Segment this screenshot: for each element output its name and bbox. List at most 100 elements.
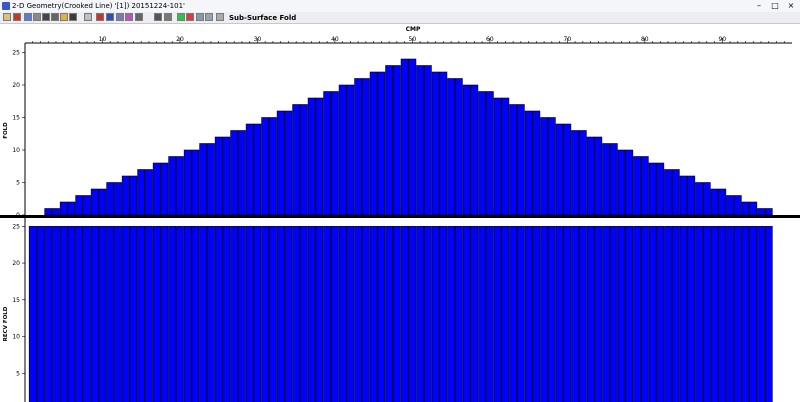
layout-icon[interactable] <box>116 13 124 21</box>
bar <box>656 162 665 216</box>
bar <box>207 143 215 216</box>
table-icon[interactable] <box>154 13 162 21</box>
bar <box>547 117 556 216</box>
green-box-icon[interactable] <box>177 13 185 21</box>
red-line-icon[interactable] <box>186 13 194 21</box>
save-icon[interactable] <box>69 13 77 21</box>
bar <box>137 226 146 402</box>
bar <box>679 175 688 216</box>
bar <box>710 226 719 402</box>
bar <box>702 226 711 402</box>
bar <box>393 226 401 402</box>
pencil-icon[interactable] <box>42 13 50 21</box>
bar <box>129 175 138 216</box>
minimize-button[interactable]: – <box>754 1 764 11</box>
bar <box>269 117 277 216</box>
bar <box>362 226 370 402</box>
folder-icon[interactable] <box>60 13 68 21</box>
bar <box>633 156 641 216</box>
bar <box>199 226 208 402</box>
toolbar: Sub-Surface Fold <box>0 12 800 24</box>
window-icon[interactable] <box>205 13 213 21</box>
bar <box>695 226 703 402</box>
bar <box>416 226 424 402</box>
fold-bars <box>44 58 773 216</box>
bar <box>90 226 99 402</box>
recv-fold-y-tick-label: 5 <box>16 370 20 377</box>
pointer-icon[interactable] <box>216 13 224 21</box>
chart-icon[interactable] <box>164 13 172 21</box>
bar <box>300 104 308 216</box>
palette-icon[interactable] <box>125 13 133 21</box>
bar <box>408 58 417 216</box>
bar <box>300 226 308 402</box>
bar <box>207 226 215 402</box>
bar <box>346 84 355 216</box>
receiver-icon[interactable] <box>106 13 114 21</box>
fold-y-tick-label: 5 <box>16 180 20 187</box>
bar <box>377 226 386 402</box>
bar <box>687 175 696 216</box>
bar <box>307 226 316 402</box>
bar <box>90 188 99 216</box>
bar <box>741 226 750 402</box>
bar <box>245 226 254 402</box>
bar <box>191 226 200 402</box>
bar <box>238 130 246 216</box>
recv-fold-y-tick-label: 10 <box>12 334 20 341</box>
bar <box>671 169 680 216</box>
bar <box>454 78 463 216</box>
bar <box>338 226 347 402</box>
bar <box>75 226 84 402</box>
bar <box>276 110 285 216</box>
bar <box>625 149 634 216</box>
cmp-tick-label: 10 <box>99 36 107 43</box>
bar <box>385 226 394 402</box>
bar <box>478 91 486 216</box>
source-icon[interactable] <box>84 13 92 21</box>
close-button[interactable]: × <box>786 1 796 11</box>
bar <box>261 117 270 216</box>
cmp-axis-title: CMP <box>406 26 421 33</box>
bar <box>160 226 169 402</box>
bar <box>516 104 525 216</box>
recv-fold-y-tick-label: 25 <box>12 223 20 230</box>
wand-icon[interactable] <box>135 13 143 21</box>
new-file-icon[interactable] <box>3 13 11 21</box>
bar <box>501 97 510 216</box>
bar <box>540 117 548 216</box>
fold-y-tick-label: 25 <box>12 50 20 57</box>
bar <box>571 226 579 402</box>
bar <box>160 162 169 216</box>
bar <box>152 162 161 216</box>
recv-fold-y-tick-label: 15 <box>12 297 20 304</box>
bar <box>524 226 533 402</box>
reverse-icon[interactable] <box>196 13 204 21</box>
bar <box>408 226 417 402</box>
bar <box>563 123 572 216</box>
map-icon[interactable] <box>96 13 104 21</box>
bar <box>377 71 386 216</box>
flag-icon[interactable] <box>24 13 32 21</box>
bar <box>106 182 115 216</box>
bar <box>284 226 293 402</box>
bar <box>230 130 239 216</box>
bar <box>664 226 672 402</box>
bar <box>52 208 60 216</box>
grid-icon[interactable] <box>33 13 41 21</box>
maximize-button[interactable]: □ <box>770 1 780 11</box>
bar <box>702 182 711 216</box>
bar <box>640 226 649 402</box>
bar <box>137 169 146 216</box>
open-file-icon[interactable] <box>13 13 21 21</box>
bar <box>214 226 223 402</box>
stack-icon[interactable] <box>51 13 59 21</box>
fold-charts: CMP 10 20 30 40 50 60 70 80 90 0 5 10 15 20 25 5 10 15 20 25… <box>0 24 800 402</box>
bar <box>362 78 370 216</box>
cmp-axis-background <box>0 24 800 44</box>
bar <box>199 143 208 216</box>
bar <box>726 226 734 402</box>
bar <box>75 195 84 216</box>
bar <box>757 208 765 216</box>
bar <box>145 169 153 216</box>
